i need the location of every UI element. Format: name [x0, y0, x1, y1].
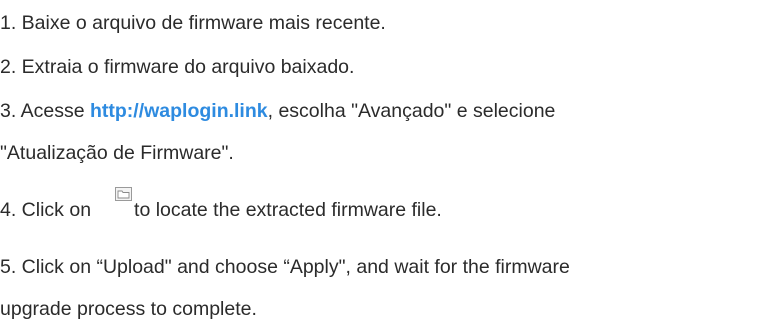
step-5-line-2: upgrade process to complete.: [0, 298, 257, 320]
step-3-line-1: 3. Acesse http://waplogin.link, escolha …: [0, 94, 555, 128]
step-4-text: 4. Click on to locate the extracted firmw…: [0, 187, 442, 227]
waplogin-link[interactable]: http://waplogin.link: [90, 100, 268, 122]
step-4-suffix: to locate the extracted firmware file.: [134, 199, 442, 221]
step-3-line-2: "Atualização de Firmware".: [0, 142, 234, 164]
step-3-prefix: 3. Acesse: [0, 100, 90, 122]
step-1-text: 1. Baixe o arquivo de firmware mais rece…: [0, 12, 386, 34]
step-4-prefix: 4. Click on: [0, 199, 92, 221]
step-2-text: 2. Extraia o firmware do arquivo baixado…: [0, 56, 355, 78]
step-3-suffix: , escolha "Avançado" e selecione: [267, 100, 556, 122]
folder-icon: [115, 187, 133, 201]
step-5-line-1: 5. Click on “Upload" and choose “Apply",…: [0, 256, 570, 278]
